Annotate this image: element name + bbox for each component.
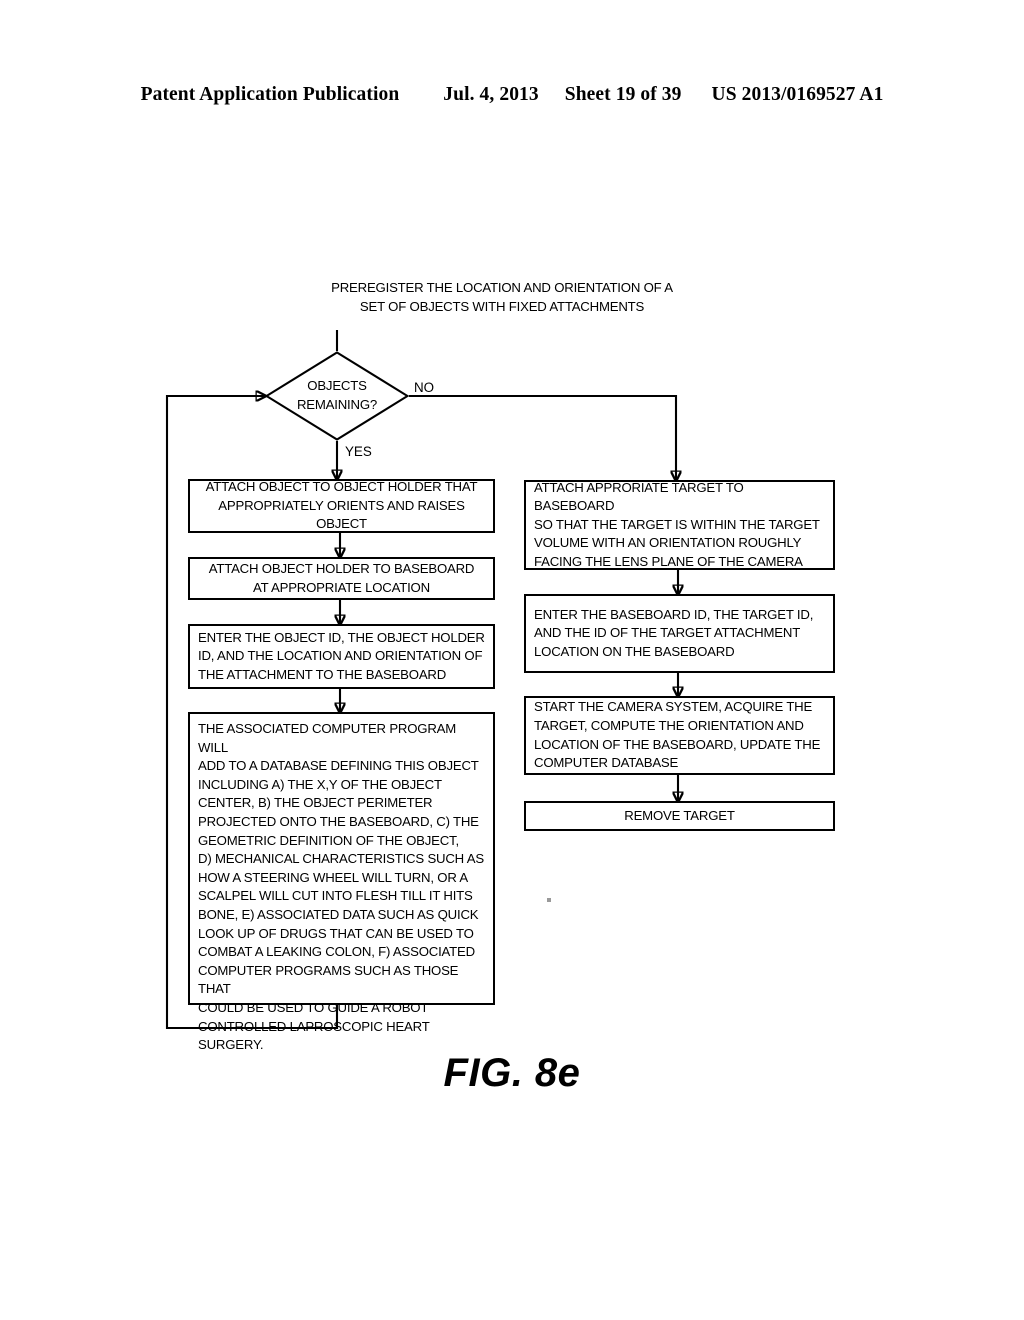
decision-objects-remaining: OBJECTS REMAINING? [265,351,409,441]
node-attach-object-to-holder: ATTACH OBJECT TO OBJECT HOLDER THAT APPR… [188,479,495,533]
node-computer-program-database: THE ASSOCIATED COMPUTER PROGRAM WILL ADD… [188,712,495,1052]
figure-caption: FIG. 8e [443,1051,581,1095]
edge-label-yes: YES [345,444,372,459]
node-enter-baseboard-id: ENTER THE BASEBOARD ID, THE TARGET ID, A… [524,594,835,673]
patent-header: Patent Application Publication Jul. 4, 2… [0,84,1024,110]
patent-page: Patent Application Publication Jul. 4, 2… [0,0,1024,1320]
flowchart-connectors [165,330,1024,1030]
node-attach-holder-to-baseboard: ATTACH OBJECT HOLDER TO BASEBOARD AT APP… [188,557,495,600]
scan-artifact [547,898,551,902]
header-publication: Patent Application Publication [140,84,400,105]
diamond-shape [265,351,409,441]
header-sheet: Sheet 19 of 39 [564,84,682,105]
node-remove-target: REMOVE TARGET [524,801,835,831]
flowchart-title: PREREGISTER THE LOCATION AND ORIENTATION… [331,280,673,314]
node-attach-target-to-baseboard: ATTACH APPRORIATE TARGET TO BASEBOARD SO… [524,480,835,570]
node-enter-object-id: ENTER THE OBJECT ID, THE OBJECT HOLDER I… [188,624,495,689]
header-date: Jul. 4, 2013 [443,84,539,105]
edge-label-no: NO [414,380,435,395]
header-patent-number: US 2013/0169527 A1 [711,84,884,105]
node-start-camera-system: START THE CAMERA SYSTEM, ACQUIRE THE TAR… [524,696,835,775]
